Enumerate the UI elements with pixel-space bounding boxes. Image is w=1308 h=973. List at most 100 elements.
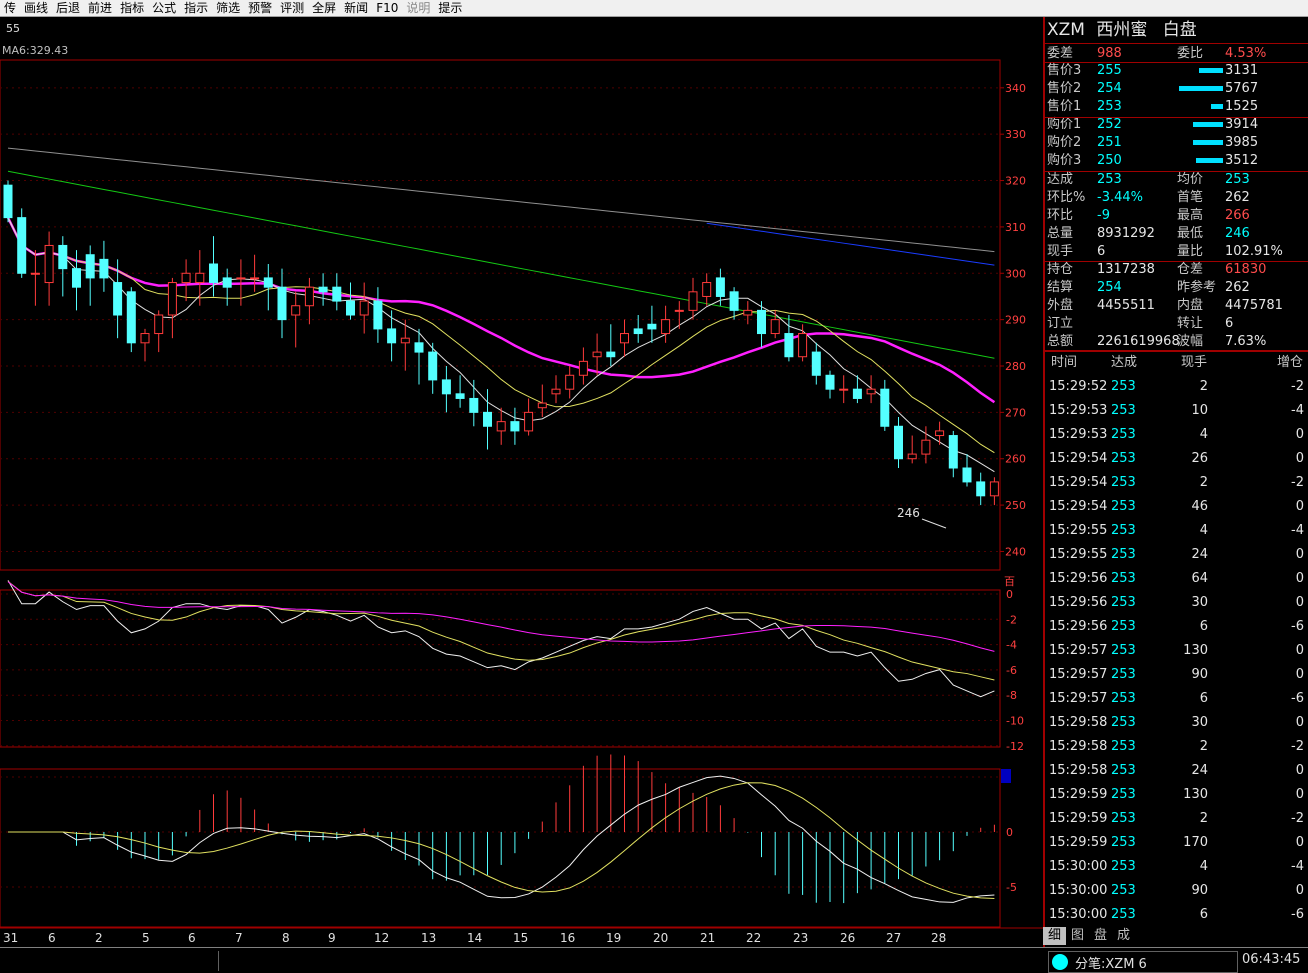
tick-header-vol: 现手 bbox=[1181, 355, 1208, 370]
tick-oi-change: -6 bbox=[1291, 907, 1304, 922]
tick-volume: 90 bbox=[1191, 667, 1208, 682]
ask-price-1: 254 bbox=[1097, 81, 1122, 96]
tick-row[interactable]: 15:29:53 253 10 -4 bbox=[1045, 399, 1308, 423]
candle-body bbox=[894, 425, 903, 460]
menu-item-11[interactable]: 新闻 bbox=[340, 0, 372, 16]
tick-time: 15:29:54 bbox=[1049, 499, 1108, 514]
stat-value-0: 253 bbox=[1097, 172, 1122, 187]
stat2-label-0: 持仓 bbox=[1047, 262, 1074, 277]
tick-oi-change: -4 bbox=[1291, 859, 1304, 874]
ask-label-1: 售价2 bbox=[1047, 81, 1082, 96]
tick-row[interactable]: 15:29:56 253 30 0 bbox=[1045, 591, 1308, 615]
tick-volume: 6 bbox=[1199, 907, 1208, 922]
panel-tab-0[interactable]: 细 bbox=[1043, 927, 1067, 945]
bid-label-2: 购价3 bbox=[1047, 153, 1082, 168]
tick-row[interactable]: 15:29:57 253 6 -6 bbox=[1045, 687, 1308, 711]
candle-body bbox=[757, 309, 766, 335]
tick-price: 253 bbox=[1111, 379, 1136, 394]
tick-volume: 2 bbox=[1199, 379, 1208, 394]
tick-price: 253 bbox=[1111, 571, 1136, 586]
stat2-rlabel-1: 昨参考 bbox=[1177, 280, 1217, 295]
stat2-value-1: 254 bbox=[1097, 280, 1122, 295]
menu-item-4[interactable]: 指标 bbox=[116, 0, 148, 16]
tick-row[interactable]: 15:29:55 253 24 0 bbox=[1045, 543, 1308, 567]
menu-item-0[interactable]: 传 bbox=[0, 0, 20, 16]
candle-body bbox=[798, 333, 808, 358]
menu-item-1[interactable]: 画线 bbox=[20, 0, 52, 16]
bid-price-1: 251 bbox=[1097, 135, 1122, 150]
date-tick-label: 2 bbox=[95, 931, 103, 945]
tick-row[interactable]: 15:29:54 253 26 0 bbox=[1045, 447, 1308, 471]
panel-tab-3[interactable]: 成 bbox=[1112, 927, 1135, 945]
tick-row[interactable]: 15:29:54 253 2 -2 bbox=[1045, 471, 1308, 495]
menu-item-12[interactable]: F10 bbox=[372, 0, 402, 16]
stat-label-0: 达成 bbox=[1047, 172, 1074, 187]
tick-volume: 2 bbox=[1199, 811, 1208, 826]
panel-tab-1[interactable]: 图 bbox=[1066, 927, 1089, 945]
candle-body bbox=[606, 351, 616, 358]
quote-title: XZM 西州蜜 白盘 bbox=[1047, 19, 1197, 41]
menu-item-13[interactable]: 说明 bbox=[402, 0, 434, 16]
tick-row[interactable]: 15:30:00 253 4 -4 bbox=[1045, 855, 1308, 879]
menu-item-10[interactable]: 全屏 bbox=[308, 0, 340, 16]
candle-body bbox=[44, 244, 54, 284]
tick-row[interactable]: 15:29:58 253 30 0 bbox=[1045, 711, 1308, 735]
price-tick-label: 330 bbox=[1005, 128, 1026, 141]
price-tick-label: 270 bbox=[1005, 406, 1026, 419]
panel-tabs[interactable]: 细图盘成 bbox=[1043, 927, 1308, 945]
menu-item-5[interactable]: 公式 bbox=[148, 0, 180, 16]
tick-row[interactable]: 15:29:54 253 46 0 bbox=[1045, 495, 1308, 519]
tick-oi-change: 0 bbox=[1295, 763, 1304, 778]
tick-price: 253 bbox=[1111, 883, 1136, 898]
tick-row[interactable]: 15:30:00 253 6 -6 bbox=[1045, 903, 1308, 927]
date-tick-label: 27 bbox=[886, 931, 901, 945]
tick-row[interactable]: 15:29:58 253 24 0 bbox=[1045, 759, 1308, 783]
kline-chart-area[interactable]: 55 MA6:329.43 340 330 320 310 300 290 280 270 260 2… bbox=[0, 17, 1043, 947]
menu-item-9[interactable]: 评测 bbox=[276, 0, 308, 16]
menu-item-7[interactable]: 筛选 bbox=[212, 0, 244, 16]
tick-row[interactable]: 15:29:59 253 2 -2 bbox=[1045, 807, 1308, 831]
tick-row[interactable]: 15:29:57 253 90 0 bbox=[1045, 663, 1308, 687]
tick-row[interactable]: 15:29:58 253 2 -2 bbox=[1045, 735, 1308, 759]
menu-item-6[interactable]: 指示 bbox=[180, 0, 212, 16]
candle-body bbox=[565, 374, 575, 390]
tick-price: 253 bbox=[1111, 475, 1136, 490]
candle-body bbox=[318, 286, 328, 293]
candle-body bbox=[154, 314, 164, 335]
tick-row[interactable]: 15:29:53 253 4 0 bbox=[1045, 423, 1308, 447]
tick-time: 15:30:00 bbox=[1049, 883, 1108, 898]
tick-row[interactable]: 15:29:55 253 4 -4 bbox=[1045, 519, 1308, 543]
stat2-rvalue-2: 4475781 bbox=[1225, 298, 1283, 313]
quote-panel: XZM 西州蜜 白盘 委差 988 委比 4.53% 售价3 255 3131 售价2… bbox=[1043, 17, 1308, 947]
tick-oi-change: 0 bbox=[1295, 883, 1304, 898]
candle-body bbox=[811, 351, 821, 376]
kline-chart[interactable]: 55MA6:329.433403303203103002902802702602… bbox=[0, 17, 1043, 947]
candle-body bbox=[551, 388, 561, 395]
candle-body bbox=[140, 333, 150, 344]
bid-volume-1: 3985 bbox=[1225, 135, 1259, 150]
menu-item-14[interactable]: 提示 bbox=[434, 0, 466, 16]
tick-row[interactable]: 15:29:59 253 130 0 bbox=[1045, 783, 1308, 807]
panel-tab-2[interactable]: 盘 bbox=[1089, 927, 1112, 945]
tick-price: 253 bbox=[1111, 451, 1136, 466]
tick-row[interactable]: 15:29:59 253 170 0 bbox=[1045, 831, 1308, 855]
tick-table[interactable]: 时间 达成 现手 增仓 15:29:52 253 2 -2 15:29:53 253 10-… bbox=[1045, 351, 1308, 947]
candle-body bbox=[633, 328, 643, 335]
tick-row[interactable]: 15:30:00 253 90 0 bbox=[1045, 879, 1308, 903]
tick-volume: 64 bbox=[1191, 571, 1208, 586]
menu-item-2[interactable]: 后退 bbox=[52, 0, 84, 16]
tick-row[interactable]: 15:29:56 253 6 -6 bbox=[1045, 615, 1308, 639]
tick-row[interactable]: 15:29:57 253 130 0 bbox=[1045, 639, 1308, 663]
tick-row[interactable]: 15:29:52 253 2 -2 bbox=[1045, 375, 1308, 399]
price-tick-label: 250 bbox=[1005, 499, 1026, 512]
ask-price-0: 255 bbox=[1097, 63, 1122, 78]
tick-row[interactable]: 15:29:56 253 64 0 bbox=[1045, 567, 1308, 591]
stat2-value-4: 2261619968 bbox=[1097, 334, 1180, 349]
tick-time: 15:29:55 bbox=[1049, 523, 1108, 538]
stat-rlabel-1: 首笔 bbox=[1177, 190, 1204, 205]
tick-volume: 130 bbox=[1183, 787, 1208, 802]
candle-body bbox=[620, 333, 629, 344]
menu-item-3[interactable]: 前进 bbox=[84, 0, 116, 16]
menu-item-8[interactable]: 预警 bbox=[244, 0, 276, 16]
ask-label-2: 售价1 bbox=[1047, 99, 1082, 114]
